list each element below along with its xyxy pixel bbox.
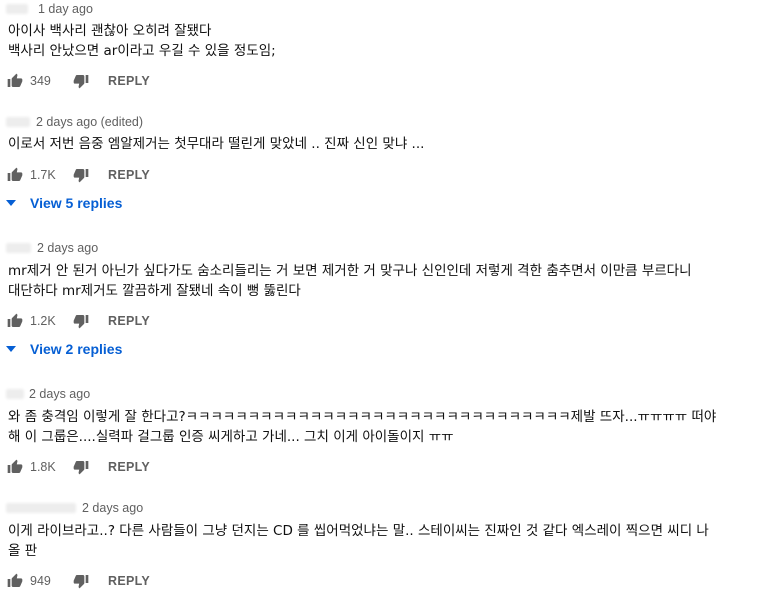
comment-header: 2 days ago <box>0 239 98 257</box>
comment-text: 이로서 저번 음중 엠알제거는 첫무대라 떨린게 맞았네 .. 진짜 신인 맞냐… <box>8 134 768 154</box>
like-count: 949 <box>30 574 51 588</box>
like-icon[interactable] <box>6 166 24 184</box>
comment-timestamp[interactable]: 2 days ago (edited) <box>36 115 143 129</box>
comment-text-line: 와 좀 충격임 이렇게 잘 한다고?ㅋㅋㅋㅋㅋㅋㅋㅋㅋㅋㅋㅋㅋㅋㅋㅋㅋㅋㅋㅋㅋㅋ… <box>8 409 717 425</box>
author-name-redacted[interactable] <box>6 389 24 399</box>
view-replies-button[interactable]: View 5 replies <box>6 193 122 213</box>
dislike-icon[interactable] <box>72 458 90 476</box>
comment-timestamp[interactable]: 2 days ago <box>37 241 98 255</box>
reply-button[interactable]: REPLY <box>108 460 150 474</box>
comment-timestamp[interactable]: 1 day ago <box>38 2 93 16</box>
dislike-icon[interactable] <box>72 572 90 590</box>
comment-actions: 1.7K REPLY <box>6 164 150 186</box>
comment-actions: 349 REPLY <box>6 70 150 92</box>
like-icon[interactable] <box>6 458 24 476</box>
dislike-icon[interactable] <box>72 312 90 330</box>
comment-header: 2 days ago <box>0 385 90 403</box>
comment-header: 2 days ago <box>0 499 143 517</box>
like-count: 349 <box>30 74 51 88</box>
dislike-icon[interactable] <box>72 166 90 184</box>
comment-text: 이게 라이브라고..? 다른 사람들이 그냥 던지는 CD 를 씹어먹었냐는 말… <box>8 521 768 561</box>
like-icon[interactable] <box>6 572 24 590</box>
author-name-redacted[interactable] <box>6 117 30 127</box>
comment-text-line: 대단하다 mr제거도 깔끔하게 잘됐네 속이 뻥 뚫린다 <box>8 283 301 299</box>
like-count: 1.7K <box>30 168 56 182</box>
comment-header: 1 day ago <box>0 0 93 18</box>
like-count: 1.8K <box>30 460 56 474</box>
view-replies-label: View 2 replies <box>30 341 123 357</box>
view-replies-label: View 5 replies <box>30 195 123 211</box>
comment-timestamp[interactable]: 2 days ago <box>29 387 90 401</box>
reply-button[interactable]: REPLY <box>108 574 150 588</box>
view-replies-button[interactable]: View 2 replies <box>6 339 122 359</box>
comment-actions: 1.8K REPLY <box>6 456 150 478</box>
comment-text-line: 이로서 저번 음중 엠알제거는 첫무대라 떨린게 맞았네 .. 진짜 신인 맞냐… <box>8 136 425 152</box>
author-name-redacted[interactable] <box>6 4 28 14</box>
caret-down-icon <box>6 198 16 208</box>
comment-text: 아이사 백사리 괜찮아 오히려 잘됐다 백사리 안났으면 ar이라고 우길 수 … <box>8 21 768 61</box>
comment-header: 2 days ago (edited) <box>0 113 143 131</box>
caret-down-icon <box>6 344 16 354</box>
reply-button[interactable]: REPLY <box>108 168 150 182</box>
author-name-redacted[interactable] <box>6 243 31 253</box>
dislike-icon[interactable] <box>72 72 90 90</box>
comment-text: mr제거 안 된거 아닌가 싶다가도 숨소리들리는 거 보면 제거한 거 맞구나… <box>8 261 768 301</box>
comment-actions: 949 REPLY <box>6 570 150 592</box>
comment-timestamp[interactable]: 2 days ago <box>82 501 143 515</box>
like-icon[interactable] <box>6 312 24 330</box>
comment-text-line: mr제거 안 된거 아닌가 싶다가도 숨소리들리는 거 보면 제거한 거 맞구나… <box>8 263 692 279</box>
author-name-redacted[interactable] <box>6 503 76 513</box>
comment-text-line: 백사리 안났으면 ar이라고 우길 수 있을 정도임; <box>8 43 276 59</box>
comment-text-line: 아이사 백사리 괜찮아 오히려 잘됐다 <box>8 23 212 39</box>
reply-button[interactable]: REPLY <box>108 314 150 328</box>
like-icon[interactable] <box>6 72 24 90</box>
comment-text-line: 해 이 그룹은....실력파 걸그룹 인증 씨게하고 가네... 그치 이게 아… <box>8 429 454 445</box>
comment-text-line: 올 판 <box>8 543 38 559</box>
comment-text-line: 이게 라이브라고..? 다른 사람들이 그냥 던지는 CD 를 씹어먹었냐는 말… <box>8 523 709 539</box>
comment-actions: 1.2K REPLY <box>6 310 150 332</box>
reply-button[interactable]: REPLY <box>108 74 150 88</box>
like-count: 1.2K <box>30 314 56 328</box>
comment-text: 와 좀 충격임 이렇게 잘 한다고?ㅋㅋㅋㅋㅋㅋㅋㅋㅋㅋㅋㅋㅋㅋㅋㅋㅋㅋㅋㅋㅋㅋ… <box>8 407 768 447</box>
